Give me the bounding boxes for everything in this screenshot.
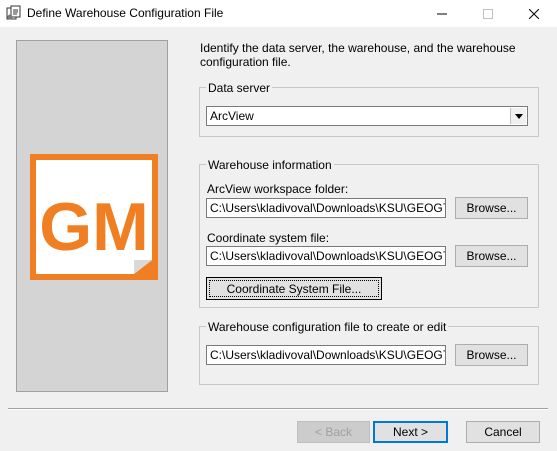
maximize-button — [465, 0, 511, 27]
window-title: Define Warehouse Configuration File — [27, 6, 224, 20]
chevron-down-icon — [514, 113, 523, 119]
workspace-folder-browse-button[interactable]: Browse... — [455, 197, 528, 219]
footer-separator — [8, 408, 548, 410]
back-button[interactable]: < Back — [297, 421, 370, 443]
intro-text: Identify the data server, the warehouse,… — [200, 41, 516, 69]
app-icon — [6, 5, 21, 20]
coordinate-system-browse-button[interactable]: Browse... — [455, 245, 528, 267]
minimize-button[interactable] — [419, 0, 465, 27]
coordinate-system-file-button[interactable]: Coordinate System File... — [206, 277, 382, 300]
data-server-group-label: Data server — [206, 81, 273, 95]
config-file-group-label: Warehouse configuration file to create o… — [206, 320, 449, 334]
workspace-folder-label: ArcView workspace folder: — [207, 182, 349, 196]
config-file-browse-button[interactable]: Browse... — [455, 344, 528, 366]
dropdown-button[interactable] — [510, 108, 526, 124]
data-server-select[interactable]: ArcView — [206, 106, 528, 126]
next-button[interactable]: Next > — [373, 421, 448, 443]
warehouse-info-group-label: Warehouse information — [206, 158, 334, 172]
data-server-selected: ArcView — [210, 109, 254, 123]
close-icon — [529, 8, 539, 19]
config-file-field[interactable]: C:\Users\kladivoval\Downloads\KSU\GEOG72… — [206, 345, 446, 365]
close-button[interactable] — [511, 0, 557, 27]
coordinate-system-label: Coordinate system file: — [207, 231, 330, 245]
coordinate-system-field[interactable]: C:\Users\kladivoval\Downloads\KSU\GEOG72… — [206, 246, 446, 266]
focus-rect — [209, 280, 379, 297]
minimize-icon — [437, 13, 447, 14]
logo-text: GM — [39, 189, 149, 265]
workspace-folder-field[interactable]: C:\Users\kladivoval\Downloads\KSU\GEOG72… — [206, 198, 446, 218]
title-bar: Define Warehouse Configuration File — [0, 0, 557, 27]
gm-logo: GM — [30, 154, 158, 280]
cancel-button[interactable]: Cancel — [466, 421, 540, 443]
maximize-icon — [483, 8, 493, 19]
